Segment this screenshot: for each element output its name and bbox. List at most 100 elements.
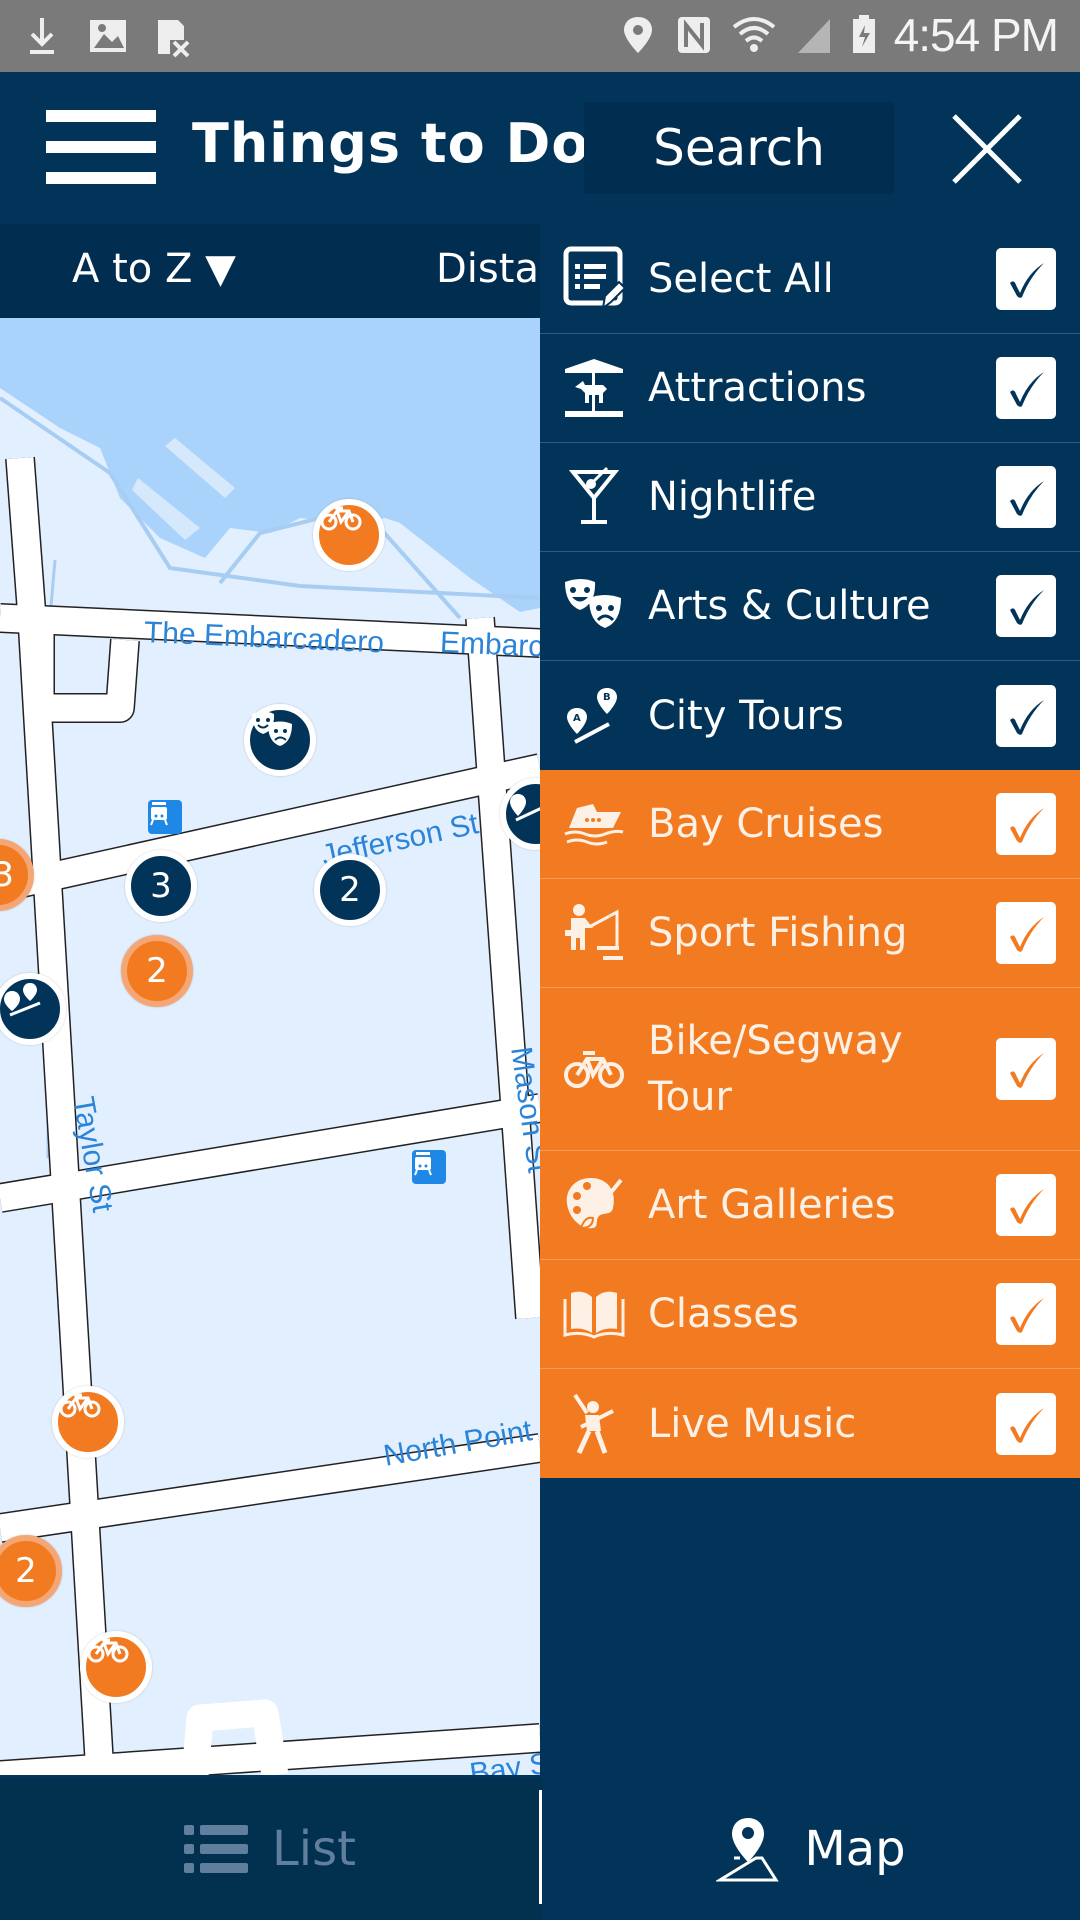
tab-list[interactable]: List — [0, 1778, 540, 1920]
location-icon — [623, 17, 652, 53]
filter-checkbox[interactable] — [996, 902, 1056, 964]
route-a-to-b-icon — [4, 983, 41, 1017]
filter-label: Nightlife — [648, 474, 817, 520]
filter-row-nightlife[interactable]: Nightlife — [540, 443, 1080, 552]
nfc-icon — [677, 17, 710, 53]
download-icon — [30, 18, 54, 54]
filter-checkbox[interactable] — [996, 1174, 1056, 1236]
checkmark-icon — [1010, 1189, 1044, 1224]
map-pin-icon — [716, 1818, 780, 1882]
bicycle-icon — [59, 1393, 101, 1418]
tab-list-label: List — [272, 1821, 356, 1877]
palette-icon — [562, 1173, 626, 1237]
list-icon — [184, 1825, 249, 1873]
category-filter-panel: Select All Attractions Nightlife Arts & … — [540, 224, 1080, 1779]
bicycle-icon — [320, 506, 362, 531]
map-marker-bike[interactable] — [313, 499, 385, 571]
map-cluster-marker[interactable]: 2 — [121, 935, 193, 1007]
route-a-to-b-icon: AB — [562, 684, 626, 748]
map-marker-arts[interactable] — [244, 704, 316, 776]
map-cluster-marker[interactable]: 3 — [125, 850, 197, 922]
carousel-icon — [562, 356, 626, 420]
filter-checkbox[interactable] — [996, 684, 1056, 747]
filter-label: Classes — [648, 1291, 799, 1337]
page-title: Things to Do — [192, 112, 590, 175]
filter-checkbox[interactable] — [996, 1283, 1056, 1345]
map-view[interactable]: The Embarcadero Embarc Jefferson St Tayl… — [0, 318, 540, 1775]
filter-row-arts-culture[interactable]: Arts & Culture — [540, 552, 1080, 661]
sort-a-to-z-dropdown[interactable]: A to Z ▼ — [72, 246, 236, 292]
filter-row-live-music[interactable]: Live Music — [540, 1369, 1080, 1478]
filter-label: Attractions — [648, 365, 867, 411]
svg-text:B: B — [603, 692, 611, 703]
tram-stop-icon — [148, 800, 182, 834]
sort-bar: A to Z ▼ Distar — [0, 224, 555, 318]
filter-row-art-galleries[interactable]: Art Galleries — [540, 1151, 1080, 1260]
filter-checkbox[interactable] — [996, 1038, 1056, 1100]
route-a-to-b-icon — [510, 794, 540, 822]
filter-checkbox[interactable] — [996, 466, 1056, 528]
checkmark-icon — [1010, 481, 1044, 516]
checkmark-icon — [1010, 1053, 1044, 1088]
filter-label: Bike/Segway Tour — [648, 1018, 903, 1120]
theater-masks-icon — [562, 574, 626, 638]
tram-stop-icon — [412, 1150, 446, 1184]
checkmark-icon — [1010, 590, 1044, 625]
sim-blocked-icon — [158, 20, 190, 58]
tab-map[interactable]: Map — [542, 1778, 1080, 1920]
filter-checkbox[interactable] — [996, 247, 1056, 310]
filter-row-bay-cruises[interactable]: Bay Cruises — [540, 770, 1080, 879]
filter-row-select-all[interactable]: Select All — [540, 224, 1080, 334]
theater-masks-icon — [252, 711, 292, 746]
filter-checkbox[interactable] — [996, 793, 1056, 855]
open-book-icon — [562, 1282, 626, 1346]
filter-row-classes[interactable]: Classes — [540, 1260, 1080, 1369]
filter-row-sport-fishing[interactable]: Sport Fishing — [540, 879, 1080, 988]
wifi-icon — [732, 17, 775, 52]
map-base — [0, 318, 540, 1775]
guitar-player-icon — [562, 1392, 626, 1456]
app-bar: Things to Do Search — [0, 72, 1080, 224]
checkmark-icon — [1010, 1298, 1044, 1333]
map-cluster-marker[interactable]: 2 — [314, 854, 386, 926]
filter-label: Bay Cruises — [648, 801, 884, 847]
app-root: 4:54 PM Things to Do Search A to Z ▼ Dis… — [0, 0, 1080, 1920]
bicycle-icon — [87, 1638, 129, 1663]
battery-charging-icon — [852, 15, 875, 53]
boat-icon — [562, 792, 626, 856]
map-marker-bike[interactable] — [80, 1631, 152, 1703]
tab-map-label: Map — [804, 1821, 906, 1877]
filter-checkbox[interactable] — [996, 357, 1056, 419]
close-icon[interactable] — [950, 112, 1024, 186]
checkmark-icon — [1010, 262, 1044, 298]
signal-icon — [797, 19, 830, 53]
filter-label: Art Galleries — [648, 1182, 896, 1228]
filter-row-city-tours[interactable]: AB City Tours — [540, 661, 1080, 770]
filter-label: City Tours — [648, 692, 844, 739]
filter-row-bike-segway[interactable]: Bike/Segway Tour — [540, 988, 1080, 1151]
select-all-list-icon — [562, 246, 626, 311]
checkmark-icon — [1010, 699, 1044, 735]
checkmark-icon — [1010, 808, 1044, 843]
bottom-navigation: List Map — [0, 1778, 1080, 1920]
filter-label: Sport Fishing — [648, 910, 908, 956]
filter-label: Arts & Culture — [648, 583, 931, 629]
filter-checkbox[interactable] — [996, 1392, 1056, 1455]
status-bar: 4:54 PM — [0, 0, 1080, 72]
svg-text:A: A — [573, 713, 581, 724]
filter-checkbox[interactable] — [996, 575, 1056, 637]
sort-distance-button[interactable]: Distar — [436, 246, 555, 292]
filter-label: Live Music — [648, 1400, 857, 1447]
filter-row-attractions[interactable]: Attractions — [540, 334, 1080, 443]
bicycle-icon — [562, 1037, 626, 1101]
checkmark-icon — [1010, 372, 1044, 407]
cocktail-icon — [562, 465, 626, 529]
clock: 4:54 PM — [893, 9, 1059, 61]
fishing-icon — [562, 901, 626, 965]
image-icon — [90, 20, 126, 52]
street-label-embarcadero-2: Embarc — [439, 626, 540, 664]
filter-label: Select All — [648, 255, 834, 302]
hamburger-menu-icon[interactable] — [46, 110, 156, 184]
search-button[interactable]: Search — [584, 102, 894, 194]
map-marker-bike[interactable] — [52, 1386, 124, 1458]
